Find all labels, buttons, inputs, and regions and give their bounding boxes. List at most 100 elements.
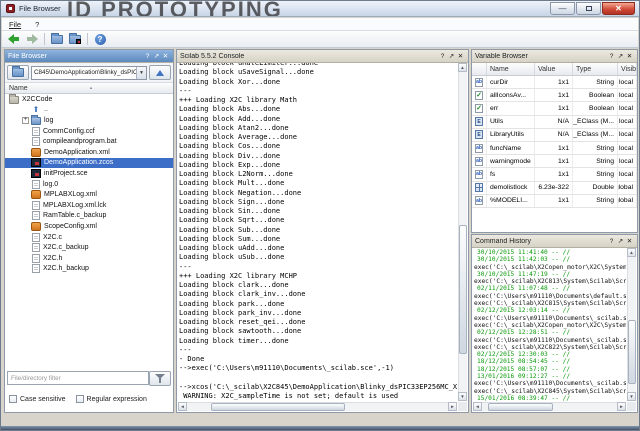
history-session-date[interactable]: 15/01/2016 08:39:47 -- // xyxy=(474,395,626,401)
console-header[interactable]: Scilab 5.5.2 Console ? ↗ ✕ xyxy=(177,50,468,63)
help-button[interactable]: ? xyxy=(91,32,109,47)
restore-button[interactable] xyxy=(576,2,601,15)
history-session-date[interactable]: 02/11/2015 11:07:48 -- // xyxy=(474,285,626,292)
scrollbar-thumb[interactable] xyxy=(628,320,636,384)
chevron-down-icon[interactable]: ▼ xyxy=(136,67,146,79)
scrollbar-thumb[interactable] xyxy=(459,225,467,353)
history-vertical-scrollbar[interactable]: ▲ ▼ xyxy=(627,248,636,401)
menu-file[interactable]: File xyxy=(2,18,28,30)
panel-undock-icon[interactable]: ↗ xyxy=(616,52,625,61)
console-horizontal-scrollbar[interactable]: ◄ ► xyxy=(178,402,457,411)
history-list[interactable]: 30/10/2015 11:41:40 -- //30/10/2015 11:4… xyxy=(474,249,626,401)
history-session-date[interactable]: 18/12/2015 08:57:07 -- // xyxy=(474,366,626,373)
scroll-right-icon[interactable]: ► xyxy=(617,402,626,411)
panel-undock-icon[interactable]: ↗ xyxy=(616,237,625,246)
history-command[interactable]: exec('C:\_scilab\X2Copen_motor\X2C\Syste… xyxy=(474,322,626,329)
console-output[interactable]: Loading block uRateLimiter...done Loadin… xyxy=(179,63,457,401)
scroll-left-icon[interactable]: ◄ xyxy=(473,402,482,411)
history-session-date[interactable]: 02/12/2015 12:28:51 -- // xyxy=(474,329,626,336)
table-row[interactable]: abwarningmode1x1Stringlocal xyxy=(472,155,637,168)
tree-item[interactable]: X2C.c_backup xyxy=(5,242,173,253)
tree-item[interactable]: log.0 xyxy=(5,179,173,190)
history-command[interactable]: exec('C:\Users\m91110\Documents\_scilab.… xyxy=(474,337,626,344)
history-command[interactable]: exec('C:\_scilab\X2Copen_motor\X2C\Syste… xyxy=(474,264,626,271)
open-folder-button[interactable] xyxy=(48,32,66,47)
history-command[interactable]: exec('C:\_scilab\X2C845\System\Scilab\Sc… xyxy=(474,388,626,395)
tree-item[interactable]: DemoApplication.zcos xyxy=(5,158,173,169)
name-column-header[interactable]: Name ▲ xyxy=(5,83,173,94)
tree-item[interactable]: X2C.h_backup xyxy=(5,264,173,275)
command-history-header[interactable]: Command History ? ↗ ✕ xyxy=(472,235,637,248)
variable-browser-header[interactable]: Variable Browser ? ↗ ✕ xyxy=(472,50,637,63)
panel-help-icon[interactable]: ? xyxy=(143,52,152,61)
tree-item[interactable]: +log xyxy=(5,115,173,126)
case-sensitive-checkbox[interactable]: Case sensitive xyxy=(9,395,66,403)
history-command[interactable]: exec('C:\_scilab\X2C822\System\Scilab\Sc… xyxy=(474,344,626,351)
tree-item[interactable]: ScopeConfig.xml xyxy=(5,221,173,232)
filter-input[interactable]: File/directory filter xyxy=(7,371,149,385)
history-command[interactable]: exec('C:\_scilab\X2C813\System\Scilab\Sc… xyxy=(474,278,626,285)
column-header[interactable]: Value xyxy=(535,63,573,75)
table-row[interactable]: abfuncName1x1Stringlocal xyxy=(472,142,637,155)
panel-undock-icon[interactable]: ↗ xyxy=(152,52,161,61)
panel-undock-icon[interactable]: ↗ xyxy=(447,52,456,61)
tree-item[interactable]: X2C.c xyxy=(5,232,173,243)
browse-folder-button[interactable] xyxy=(7,65,29,80)
scroll-left-icon[interactable]: ◄ xyxy=(178,402,187,411)
history-session-date[interactable]: 18/12/2015 08:54:45 -- // xyxy=(474,358,626,365)
history-session-date[interactable]: 02/12/2015 12:03:14 -- // xyxy=(474,307,626,314)
back-button[interactable] xyxy=(5,32,23,47)
scroll-up-icon[interactable]: ▲ xyxy=(458,63,467,72)
table-row[interactable]: EUtilsN/A_EClass (M...local xyxy=(472,116,637,129)
path-combobox[interactable]: C845\DemoApplication\Blinky_dsPIC33 ▼ xyxy=(31,66,147,80)
scroll-right-icon[interactable]: ► xyxy=(448,402,457,411)
tree-item[interactable]: RamTable.c_backup xyxy=(5,211,173,222)
scroll-down-icon[interactable]: ▼ xyxy=(627,392,636,401)
table-header-row[interactable]: NameValueTypeVisibility xyxy=(472,63,637,76)
file-tree[interactable]: X2CCode⬆..+logCommConfig.ccfcompileandpr… xyxy=(5,94,173,366)
parent-directory-button[interactable] xyxy=(149,65,171,80)
tree-item[interactable]: X2C.h xyxy=(5,253,173,264)
history-command[interactable]: exec('C:\Users\m91110\Documents\_scilab.… xyxy=(474,315,626,322)
tree-item[interactable]: CommConfig.ccf xyxy=(5,126,173,137)
table-row[interactable]: ✓allIconsAv...1x1Booleanlocal xyxy=(472,89,637,102)
panel-close-icon[interactable]: ✕ xyxy=(456,52,465,61)
open-xcos-folder-button[interactable] xyxy=(66,32,84,47)
panel-close-icon[interactable]: ✕ xyxy=(625,237,634,246)
menu-help[interactable]: ? xyxy=(28,18,46,30)
forward-button[interactable] xyxy=(23,32,41,47)
scroll-down-icon[interactable]: ▼ xyxy=(458,392,467,401)
scrollbar-thumb[interactable] xyxy=(488,403,552,411)
table-row[interactable]: ab%MODELI...1x1Stringglobal xyxy=(472,195,637,208)
panel-close-icon[interactable]: ✕ xyxy=(625,52,634,61)
tree-item[interactable]: ⬆.. xyxy=(5,105,173,116)
history-session-date[interactable]: 30/10/2015 11:47:19 -- // xyxy=(474,271,626,278)
tree-item[interactable]: DemoApplication.xml xyxy=(5,147,173,158)
history-horizontal-scrollbar[interactable]: ◄ ► xyxy=(473,402,626,411)
panel-close-icon[interactable]: ✕ xyxy=(161,52,170,61)
tree-item[interactable]: initProject.sce xyxy=(5,168,173,179)
apply-filter-button[interactable] xyxy=(149,371,171,386)
title-bar[interactable]: ID PROTOTYPING File Browser — ✕ xyxy=(1,1,639,17)
history-command[interactable]: exec('C:\_scilab\X2C815\System\Scilab\Sc… xyxy=(474,300,626,307)
file-browser-header[interactable]: File Browser ? ↗ ✕ xyxy=(5,50,173,63)
column-header[interactable]: Type xyxy=(573,63,618,75)
console-vertical-scrollbar[interactable]: ▲ ▼ xyxy=(458,63,467,401)
scrollbar-thumb[interactable] xyxy=(211,403,345,411)
minimize-button[interactable]: — xyxy=(550,2,575,15)
scroll-up-icon[interactable]: ▲ xyxy=(627,248,636,257)
column-header[interactable]: Visibility xyxy=(618,63,637,75)
history-session-date[interactable]: 02/12/2015 12:30:03 -- // xyxy=(474,351,626,358)
tree-item[interactable]: MPLABXLog.xml xyxy=(5,189,173,200)
history-session-date[interactable]: 30/10/2015 11:41:40 -- // xyxy=(474,249,626,256)
tree-item[interactable]: X2CCode xyxy=(5,94,173,105)
history-command[interactable]: exec('C:\Users\m91110\Documents\default.… xyxy=(474,293,626,300)
history-session-date[interactable]: 30/10/2015 11:42:03 -- // xyxy=(474,256,626,263)
close-button[interactable]: ✕ xyxy=(602,2,635,15)
column-header[interactable]: Name xyxy=(487,63,535,75)
table-row[interactable]: demolistlock6.23e-322Doubleglobal xyxy=(472,182,637,195)
panel-help-icon[interactable]: ? xyxy=(438,52,447,61)
history-command[interactable]: exec('C:\Users\m91110\Documents\_scilab.… xyxy=(474,380,626,387)
history-session-date[interactable]: 13/01/2016 09:12:27 -- // xyxy=(474,373,626,380)
table-row[interactable]: abfs1x1Stringlocal xyxy=(472,168,637,181)
